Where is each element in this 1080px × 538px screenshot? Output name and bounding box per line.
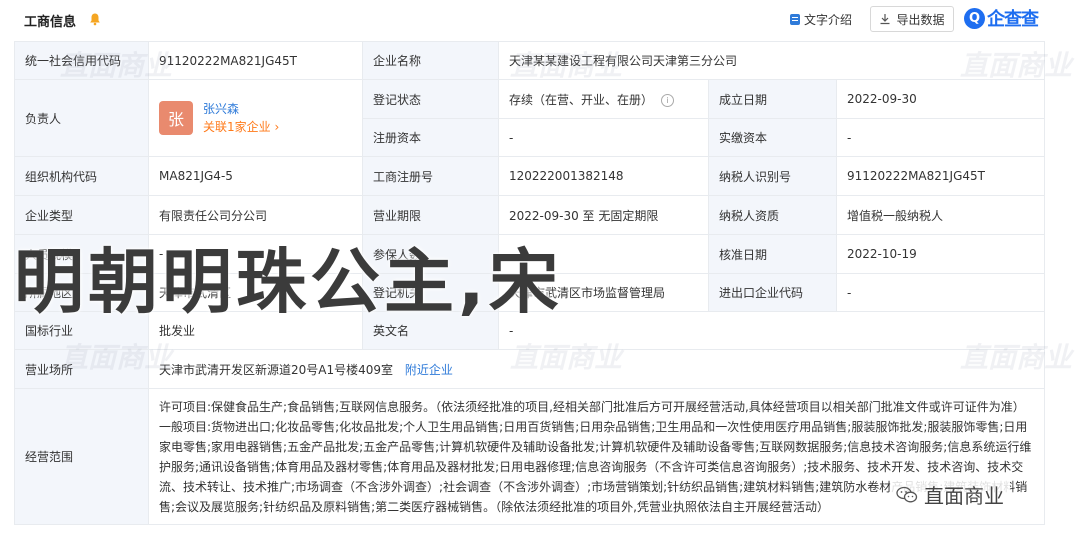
wechat-account-badge: 直面商业 — [890, 478, 1010, 511]
credit-code-value: 91120222MA821JG45T — [148, 41, 363, 80]
text-intro-button[interactable]: 文字介绍 — [790, 11, 852, 28]
table-row: 统一社会信用代码 91120222MA821JG45T 企业名称 天津某某建设工… — [14, 41, 1046, 80]
cell-label: 组织机构代码 — [14, 156, 149, 196]
document-icon — [790, 14, 800, 25]
section-title: 工商信息 — [24, 15, 77, 30]
address-cell: 天津市武清开发区新源道20号A1号楼409室 附近企业 — [147, 349, 1046, 389]
logo-mark-icon: Q — [964, 7, 985, 29]
est-date-value: 2022-09-30 — [835, 79, 1046, 119]
legal-person-name-link[interactable]: 张兴森 — [203, 100, 279, 118]
export-data-button[interactable]: 导出数据 — [870, 6, 954, 32]
reg-status-value: 存续（在营、开业、在册） — [509, 92, 654, 107]
wechat-icon — [896, 486, 918, 502]
bell-icon[interactable] — [88, 12, 102, 26]
cell-label: 核准日期 — [708, 234, 837, 274]
reg-status-cell: 存续（在营、开业、在册） i — [498, 79, 709, 119]
taxpayer-id-value: 91120222MA821JG45T — [835, 156, 1046, 196]
text-intro-label: 文字介绍 — [804, 13, 853, 27]
related-company-label: 关联1家企业 — [203, 120, 271, 134]
cell-label: 注册资本 — [362, 118, 499, 157]
cell-label: 纳税人资质 — [708, 195, 837, 235]
reg-no-value: 120222001382148 — [498, 156, 709, 196]
cell-label: 登记状态 — [362, 79, 499, 119]
nearby-companies-link[interactable]: 附近企业 — [405, 363, 453, 377]
english-name-value: - — [497, 311, 1046, 350]
cell-label: 营业场所 — [14, 349, 149, 389]
import-export-value: - — [835, 273, 1046, 312]
legal-person-cell: 张 张兴森 关联1家企业 › — [148, 79, 363, 157]
info-icon[interactable]: i — [660, 93, 674, 107]
logo-text: 企查查 — [987, 9, 1039, 30]
cell-label: 负责人 — [14, 79, 149, 157]
cell-label: 工商注册号 — [362, 156, 499, 196]
cell-label: 进出口企业代码 — [708, 273, 837, 312]
table-row: 组织机构代码 MA821JG4-5 工商注册号 120222001382148 … — [14, 156, 1046, 196]
taxpayer-qual-value: 增值税一般纳税人 — [835, 195, 1046, 235]
related-company-link[interactable]: 关联1家企业 › — [203, 118, 279, 136]
section-header: 工商信息 文字介绍 导出数据 Q 企查查 — [0, 0, 1080, 40]
wechat-account-name: 直面商业 — [924, 484, 1004, 508]
cell-label: 纳税人识别号 — [708, 156, 837, 196]
chevron-right-icon: › — [274, 120, 280, 134]
cell-label: 企业名称 — [362, 41, 499, 80]
cell-label: 统一社会信用代码 — [14, 41, 149, 80]
reg-capital-value: - — [498, 118, 709, 157]
export-data-label: 导出数据 — [896, 12, 945, 27]
paid-capital-value: - — [835, 118, 1046, 157]
address-value: 天津市武清开发区新源道20号A1号楼409室 — [159, 362, 394, 377]
table-row: 负责人 张 张兴森 关联1家企业 › 登记状态 存续（在营、开业、在册） i 成… — [14, 79, 1046, 157]
approve-date-value: 2022-10-19 — [835, 234, 1046, 274]
qichacha-logo: Q 企查查 — [964, 6, 1039, 30]
cell-label: 实缴资本 — [708, 118, 837, 157]
avatar[interactable]: 张 — [159, 101, 193, 135]
overlay-caption: 明朝明珠公主,宋 — [14, 241, 563, 323]
cell-label: 经营范围 — [14, 388, 149, 525]
company-name-value: 天津某某建设工程有限公司天津第三分公司 — [497, 41, 1046, 80]
export-icon — [880, 14, 890, 25]
table-row: 营业场所 天津市武清开发区新源道20号A1号楼409室 附近企业 — [14, 349, 1046, 389]
cell-label: 成立日期 — [708, 79, 837, 119]
org-code-value: MA821JG4-5 — [148, 156, 363, 196]
